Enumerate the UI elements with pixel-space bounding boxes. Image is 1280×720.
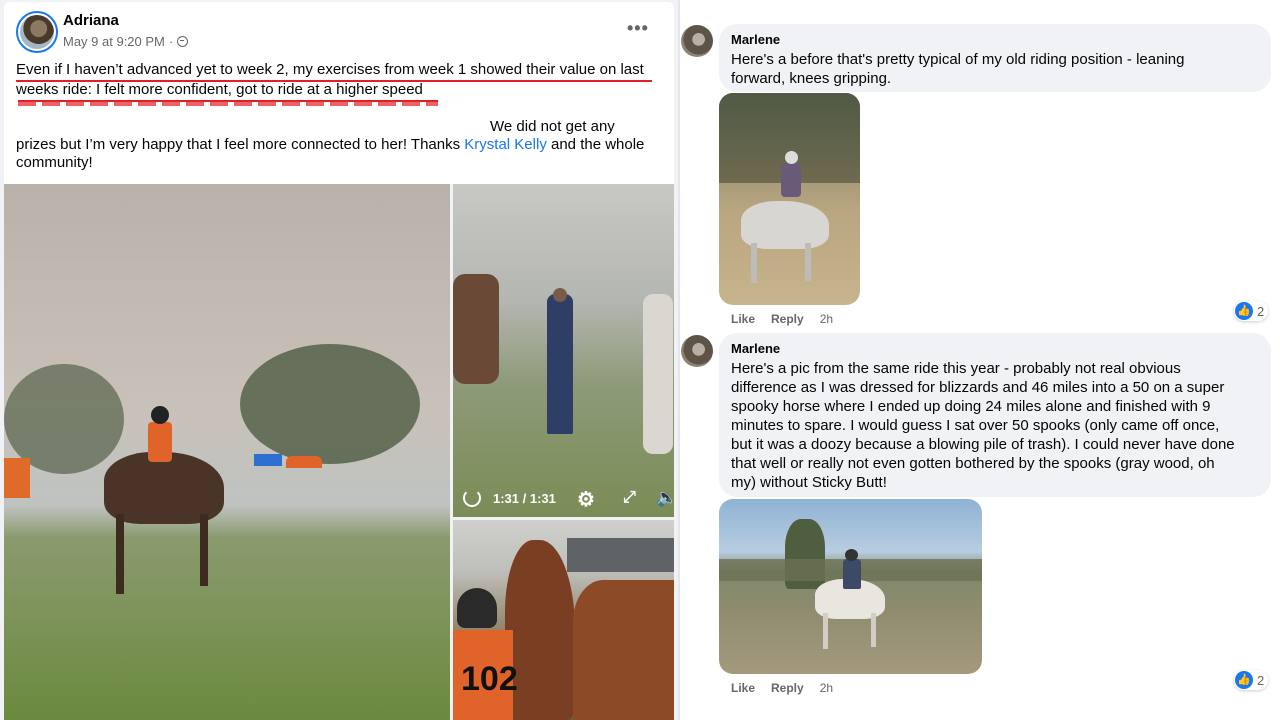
replay-icon[interactable]: [463, 489, 481, 507]
author-name[interactable]: Adriana: [63, 12, 119, 29]
post-photo-main[interactable]: [4, 184, 450, 720]
post-date[interactable]: May 9 at 9:20 PM: [63, 34, 165, 49]
comment-text-line: minutes to spare. I would guess I sat ov…: [731, 417, 1220, 434]
comment-time[interactable]: 2h: [820, 681, 833, 695]
post-text-line: prizes but I’m very happy that I feel mo…: [16, 136, 666, 154]
comment-text-line: my) without Sticky Butt!: [731, 474, 887, 491]
comment-text-line: difference as I was dressed for blizzard…: [731, 379, 1225, 396]
commenter-name[interactable]: Marlene: [731, 32, 1259, 48]
comment-text-line: spooky horse where I ended up doing 24 m…: [731, 398, 1211, 415]
comment-photo[interactable]: [719, 499, 982, 674]
comment-bubble: Marlene Here's a before that's pretty ty…: [719, 24, 1271, 92]
comment-text-line: forward, knees gripping.: [731, 70, 892, 87]
post-text-segment: and the whole: [546, 136, 645, 153]
author-avatar[interactable]: [16, 11, 58, 53]
reaction-count[interactable]: 👍 2: [1234, 301, 1269, 321]
post-meta: May 9 at 9:20 PM ·: [63, 34, 189, 49]
comment-text-line: but it was a doozy because a blowing pil…: [731, 436, 1235, 453]
commenter-avatar[interactable]: [681, 335, 713, 367]
comment-photo[interactable]: [719, 93, 860, 305]
globe-icon: [177, 36, 189, 47]
like-button[interactable]: Like: [731, 681, 755, 695]
meta-separator: ·: [168, 34, 174, 49]
post-text-line: We did not get any: [490, 118, 615, 135]
redacted-text: [18, 102, 438, 106]
video-controls: 1:31 / 1:31 ⚙ ⤢ 🔈: [453, 481, 674, 517]
fullscreen-icon[interactable]: ⤢: [623, 489, 636, 507]
reaction-number: 2: [1257, 672, 1265, 688]
reply-button[interactable]: Reply: [771, 681, 804, 695]
mention-link[interactable]: Krystal Kelly: [464, 136, 547, 153]
post-text-line: community!: [16, 154, 93, 171]
post-panel: Adriana May 9 at 9:20 PM · ••• Even if I…: [0, 0, 678, 720]
post-text-segment: prizes but I’m very happy that I feel mo…: [16, 136, 465, 153]
thumbs-up-icon: 👍: [1235, 671, 1253, 689]
video-time: 1:31 / 1:31: [493, 491, 556, 506]
reply-button[interactable]: Reply: [771, 312, 804, 326]
more-options-icon[interactable]: •••: [627, 18, 649, 39]
post-text-line: Even if I haven’t advanced yet to week 2…: [16, 61, 644, 78]
post-text-line: weeks ride: I felt more confident, got t…: [16, 81, 423, 98]
post-video[interactable]: 1:31 / 1:31 ⚙ ⤢ 🔈: [453, 184, 674, 517]
panel-divider: [678, 0, 680, 720]
comment-text-line: that well or really not even gotten both…: [731, 455, 1215, 472]
comment-text-line: Here's a before that's pretty typical of…: [731, 51, 1185, 68]
comment-time[interactable]: 2h: [820, 312, 833, 326]
comment-bubble: Marlene Here's a pic from the same ride …: [719, 333, 1271, 497]
thumbs-up-icon: 👍: [1235, 302, 1253, 320]
settings-gear-icon[interactable]: ⚙: [577, 487, 595, 512]
commenter-name[interactable]: Marlene: [731, 341, 1259, 357]
post-photo-horse[interactable]: 102: [453, 520, 674, 720]
bib-number: 102: [461, 660, 518, 698]
comment-actions: Like Reply 2h: [731, 312, 833, 326]
volume-icon[interactable]: 🔈: [656, 488, 674, 508]
comment-actions: Like Reply 2h: [731, 681, 833, 695]
reaction-number: 2: [1257, 303, 1265, 319]
comment-text-line: Here's a pic from the same ride this yea…: [731, 360, 1181, 377]
like-button[interactable]: Like: [731, 312, 755, 326]
reaction-count[interactable]: 👍 2: [1234, 670, 1269, 690]
commenter-avatar[interactable]: [681, 25, 713, 57]
